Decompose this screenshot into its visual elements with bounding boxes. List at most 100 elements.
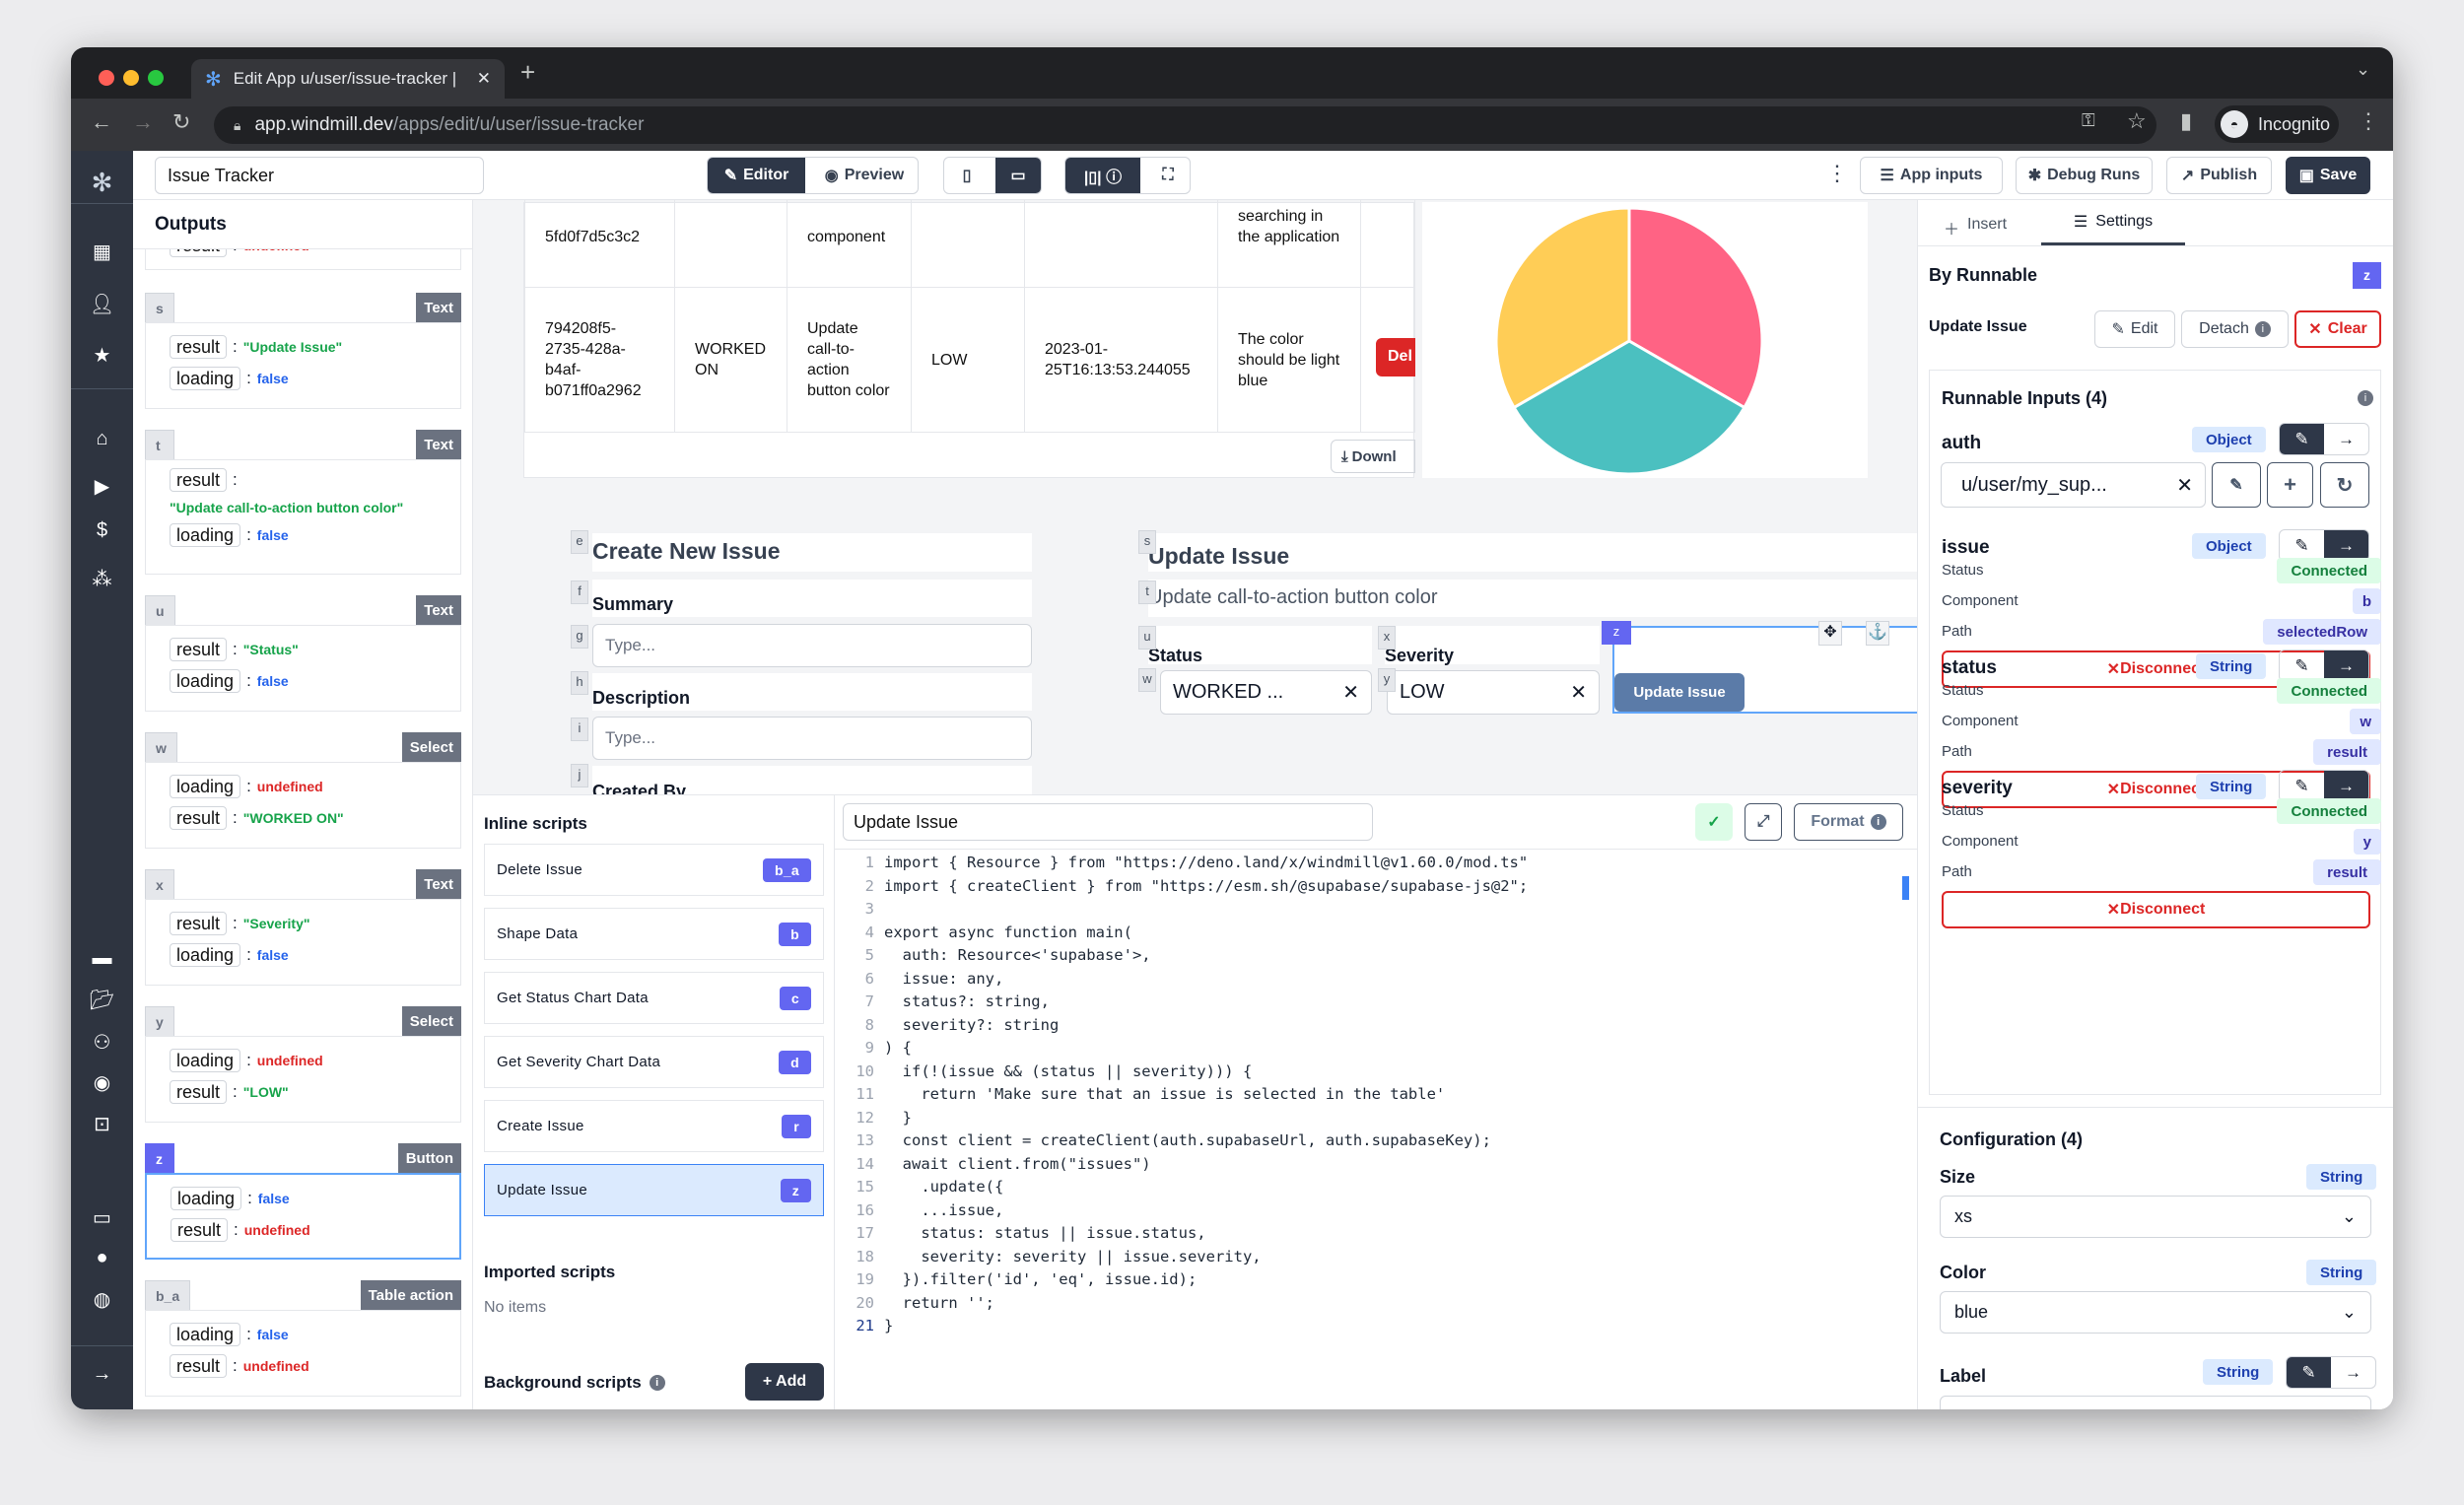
- resources-cubes-icon[interactable]: ⁂: [71, 567, 133, 591]
- incognito-profile[interactable]: ◓ Incognito: [2215, 105, 2339, 143]
- output-card[interactable]: b_a Table action loading: false result: undef…: [145, 1280, 461, 1397]
- variables-dollar-icon[interactable]: $: [71, 519, 133, 542]
- output-key[interactable]: result: [170, 335, 228, 359]
- clear-icon[interactable]: ✕: [1342, 680, 1359, 705]
- folders-icon[interactable]: 📂︎: [71, 988, 133, 1012]
- home-icon[interactable]: ⌂: [71, 428, 133, 450]
- back-icon[interactable]: ←: [91, 109, 112, 135]
- inline-script-item[interactable]: Create Issue r: [484, 1100, 824, 1152]
- connect-mode-arrow-icon[interactable]: →: [2331, 1357, 2375, 1388]
- connect-mode-arrow-icon[interactable]: →: [2324, 771, 2368, 801]
- component-id-tag[interactable]: e: [571, 530, 588, 554]
- static-mode-pencil-icon[interactable]: ✎: [2280, 771, 2324, 801]
- mobile-view-icon[interactable]: ▯: [944, 166, 990, 185]
- close-tab-icon[interactable]: ✕: [477, 69, 491, 89]
- edit-resource-pencil-icon[interactable]: ✎: [2212, 462, 2261, 508]
- star-icon[interactable]: ★: [71, 343, 133, 368]
- component-id-tag[interactable]: z: [1602, 621, 1631, 645]
- connect-mode-arrow-icon[interactable]: →: [2324, 530, 2368, 561]
- add-resource-plus-icon[interactable]: +: [2267, 462, 2313, 508]
- output-key[interactable]: result: [170, 638, 228, 661]
- fit-width-icon[interactable]: |▯| ⓘ: [1065, 158, 1140, 193]
- delete-row-button[interactable]: Del: [1376, 338, 1415, 376]
- output-key[interactable]: result: [170, 1080, 228, 1104]
- output-key[interactable]: result: [171, 1218, 229, 1242]
- detach-button[interactable]: Detach i: [2181, 310, 2289, 348]
- component-id-tag[interactable]: x: [1378, 626, 1396, 650]
- output-card[interactable]: y Select loading: undefined result: "LOW": [145, 1006, 461, 1123]
- reload-icon[interactable]: ↻: [172, 109, 190, 135]
- anchor-icon[interactable]: ⚓: [1866, 621, 1889, 646]
- component-id-tag[interactable]: u: [1138, 626, 1156, 650]
- status-pie-chart[interactable]: [1422, 202, 1868, 478]
- more-options-icon[interactable]: ⋮: [1826, 161, 1848, 186]
- browser-menu-icon[interactable]: ⋮: [2358, 108, 2379, 134]
- connect-mode-arrow-icon[interactable]: →: [2324, 424, 2368, 454]
- docs-book-icon[interactable]: ▭: [71, 1205, 133, 1230]
- windmill-logo-icon[interactable]: ✻: [71, 168, 133, 198]
- output-key[interactable]: result: [170, 912, 228, 935]
- add-background-script-button[interactable]: + Add: [745, 1363, 824, 1401]
- new-tab-icon[interactable]: +: [520, 57, 535, 88]
- minimize-window-button[interactable]: [123, 70, 139, 86]
- editor-scrollbar[interactable]: [1902, 876, 1909, 900]
- fullscreen-icon[interactable]: ⛶: [1146, 167, 1190, 184]
- output-card[interactable]: t Text result: "Update call-to-action butto…: [145, 430, 461, 575]
- browser-tab[interactable]: ✻ Edit App u/user/issue-tracker | ✕: [191, 59, 505, 99]
- size-select[interactable]: xs ⌄: [1940, 1196, 2371, 1238]
- component-id-tag[interactable]: s: [1138, 530, 1156, 554]
- output-key[interactable]: result: [170, 468, 228, 492]
- expand-icon[interactable]: ⤢: [1745, 803, 1782, 841]
- output-key[interactable]: loading: [170, 943, 241, 967]
- component-id-tag[interactable]: t: [1138, 581, 1156, 604]
- clear-icon[interactable]: ✕: [1570, 680, 1587, 705]
- save-button[interactable]: ▣ Save: [2286, 157, 2370, 194]
- output-key[interactable]: loading: [170, 669, 241, 693]
- expand-nav-arrow-icon[interactable]: →: [71, 1363, 133, 1386]
- debug-runs-button[interactable]: ✱ Debug Runs: [2016, 157, 2153, 194]
- sidebar-icon[interactable]: ▮: [2180, 108, 2192, 134]
- editor-mode-button[interactable]: ✎ Editor: [708, 158, 805, 193]
- component-id-tag[interactable]: g: [571, 625, 588, 649]
- static-mode-pencil-icon[interactable]: ✎: [2287, 1357, 2331, 1388]
- output-card[interactable]: s Text result: "Update Issue" loading: false: [145, 293, 461, 409]
- connect-mode-arrow-icon[interactable]: →: [2324, 650, 2368, 681]
- maximize-window-button[interactable]: [148, 70, 164, 86]
- github-icon[interactable]: ◍: [71, 1287, 133, 1312]
- inline-script-item[interactable]: Delete Issue b_a: [484, 844, 824, 896]
- key-icon[interactable]: ⚿: [2082, 110, 2095, 131]
- format-button[interactable]: Format i: [1794, 803, 1903, 841]
- download-button[interactable]: ⤓ Downl: [1331, 440, 1415, 473]
- inline-script-item[interactable]: Get Status Chart Data c: [484, 972, 824, 1024]
- output-card[interactable]: w Select loading: undefined result: "WORKED O…: [145, 732, 461, 849]
- component-id-tag[interactable]: j: [571, 764, 588, 787]
- table-row[interactable]: 794208f5-2735-428a-b4af-b071ff0a2962 WORK…: [524, 287, 1415, 433]
- static-mode-pencil-icon[interactable]: ✎: [2280, 530, 2324, 561]
- output-key[interactable]: loading: [170, 775, 241, 798]
- output-card[interactable]: u Text result: "Status" loading: false: [145, 595, 461, 712]
- script-name-input[interactable]: Update Issue: [843, 803, 1373, 841]
- color-select[interactable]: blue ⌄: [1940, 1291, 2371, 1334]
- refresh-icon[interactable]: ↻: [2320, 462, 2369, 508]
- publish-button[interactable]: ↗ Publish: [2166, 157, 2272, 194]
- move-icon[interactable]: ✥: [1818, 621, 1842, 646]
- inline-script-item[interactable]: Get Severity Chart Data d: [484, 1036, 824, 1088]
- tab-settings[interactable]: ☰ Settings: [2041, 200, 2185, 245]
- output-key[interactable]: result: [170, 806, 228, 830]
- static-mode-pencil-icon[interactable]: ✎: [2280, 424, 2324, 454]
- preview-mode-button[interactable]: ◉ Preview: [811, 166, 918, 185]
- url-bar[interactable]: 🔒︎ app.windmill.dev/apps/edit/u/user/iss…: [214, 106, 2156, 144]
- output-key[interactable]: loading: [170, 367, 241, 390]
- user-icon[interactable]: 👤︎: [71, 292, 133, 316]
- clear-resource-icon[interactable]: ✕: [2176, 473, 2193, 498]
- groups-icon[interactable]: ⚇: [71, 1030, 133, 1055]
- output-key[interactable]: loading: [170, 523, 241, 547]
- close-window-button[interactable]: [99, 70, 114, 86]
- inline-script-item[interactable]: Shape Data b: [484, 908, 824, 960]
- bookmark-star-icon[interactable]: ☆: [2127, 108, 2147, 134]
- discord-icon[interactable]: ●: [71, 1247, 133, 1269]
- workers-robot-icon[interactable]: ⊡: [71, 1112, 133, 1136]
- app-name-input[interactable]: Issue Tracker: [155, 157, 484, 194]
- label-input[interactable]: [1940, 1396, 2371, 1409]
- output-key[interactable]: loading: [170, 1049, 241, 1072]
